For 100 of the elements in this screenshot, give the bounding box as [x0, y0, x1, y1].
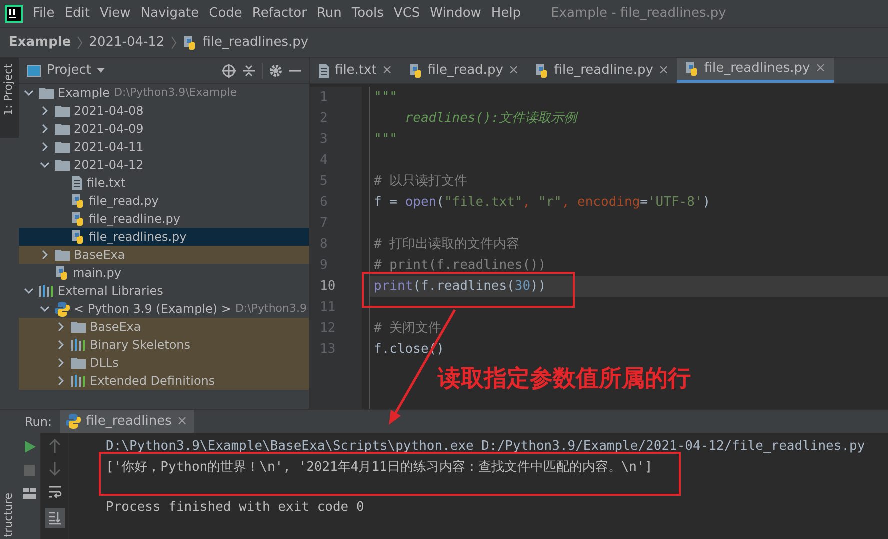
menu-item[interactable]: View	[100, 4, 131, 24]
scroll-to-end-icon	[48, 511, 62, 525]
tree-item[interactable]: 2021-04-09	[19, 120, 309, 138]
line-number: 10	[319, 278, 337, 296]
folder-icon	[39, 87, 54, 99]
panel-icon	[27, 64, 41, 76]
python-file-icon	[71, 230, 85, 244]
menu-item[interactable]: VCS	[394, 4, 420, 24]
window-title: Example - file_readlines.py	[551, 4, 726, 23]
folder-icon	[55, 105, 70, 117]
menu-item[interactable]: Code	[209, 4, 242, 24]
tree-item-label: 2021-04-12	[74, 157, 144, 174]
app-logo-icon	[5, 4, 23, 22]
code-line: readlines():文件读取示例	[404, 111, 578, 126]
python-file-icon	[55, 266, 69, 280]
tree-item-label: BaseExa	[74, 247, 126, 264]
tree-item[interactable]: file_readline.py	[19, 210, 309, 228]
settings-icon[interactable]	[269, 64, 283, 78]
breadcrumb-item[interactable]: Example	[9, 32, 72, 52]
console-output-line: ['你好，Python的世界！\n', '2021年4月11日的练习内容：查找文件中匹配的内容。\n']	[106, 459, 654, 477]
editor-tab[interactable]: file_readlines.py ×	[677, 58, 834, 83]
menu-item[interactable]: Navigate	[140, 4, 200, 24]
console-command-line: D:\Python3.9\Example\BaseExa\Scripts\python.exe D:/Python3.9/Example/2021-04-12/file_readlines.py	[106, 438, 866, 456]
scroll-to-end-button[interactable]	[44, 508, 64, 528]
close-icon[interactable]: ×	[815, 59, 826, 79]
folder-icon	[55, 249, 70, 261]
code-line: print(f.readlines(30))	[374, 279, 546, 294]
close-icon[interactable]: ×	[176, 412, 188, 432]
menu-item[interactable]: Run	[316, 4, 342, 24]
tree-item-path: D:\Python3.9\Example	[114, 84, 237, 101]
tree-item-label: < Python 3.9 (Example) >	[74, 301, 232, 318]
menu-item[interactable]: File	[33, 4, 55, 24]
library-icon	[71, 375, 86, 387]
collapse-all-icon[interactable]	[242, 64, 256, 78]
structure-tool-tab[interactable]: tructure	[1, 492, 18, 537]
console-output-line: Process finished with exit code 0	[106, 499, 366, 517]
python-file-icon	[182, 36, 197, 50]
tree-item[interactable]: main.py	[19, 264, 309, 282]
run-label: Run:	[25, 414, 52, 430]
tree-item-path: D:\Python3.9	[235, 300, 307, 317]
library-icon	[71, 339, 86, 351]
menu-item[interactable]: Refactor	[252, 4, 307, 24]
editor-tab[interactable]: file_read.py ×	[400, 58, 528, 83]
tree-item-label: 2021-04-09	[74, 121, 144, 138]
menu-item[interactable]: Window	[430, 4, 482, 24]
chevron-down-icon[interactable]	[24, 88, 34, 98]
menu-item[interactable]: Tools	[352, 4, 384, 24]
breadcrumb-item[interactable]: 2021-04-12	[89, 32, 165, 52]
chevron-right-icon[interactable]	[40, 250, 50, 260]
caret-down-icon[interactable]	[97, 68, 106, 73]
python-file-icon	[408, 64, 423, 78]
code-line: # 以只读打文件	[374, 174, 468, 189]
soft-wrap-icon[interactable]	[48, 485, 62, 499]
tree-item[interactable]: Example D:\Python3.9\Example	[19, 84, 309, 102]
annotation-text: 读取指定参数值所属的行	[438, 366, 691, 392]
tree-item[interactable]: 2021-04-08	[19, 102, 309, 120]
tree-item[interactable]: 2021-04-12	[19, 156, 309, 174]
tree-item[interactable]: file_readlines.py	[19, 228, 309, 246]
folder-icon	[55, 141, 70, 153]
close-icon[interactable]: ×	[382, 60, 393, 80]
locate-icon[interactable]	[222, 64, 236, 78]
tree-item-label: file_readline.py	[89, 211, 180, 228]
run-tab[interactable]: file_readlines ×	[60, 410, 194, 433]
editor-tab[interactable]: file_readline.py ×	[527, 58, 678, 83]
chevron-down-icon[interactable]	[40, 160, 50, 170]
tree-item[interactable]: Binary Skeletons	[19, 336, 309, 354]
python-file-icon	[71, 212, 85, 226]
run-icon[interactable]	[24, 441, 36, 453]
layout-icon[interactable]	[23, 488, 36, 499]
tree-item[interactable]: Extended Definitions	[19, 372, 309, 390]
code-line: # 打印出读取的文件内容	[374, 237, 520, 252]
tree-item-label: main.py	[73, 265, 122, 282]
tree-item-label: DLLs	[90, 355, 119, 372]
tree-item-label: file_read.py	[89, 193, 159, 210]
menu-item[interactable]: Help	[491, 4, 522, 24]
tree-item-label: External Libraries	[58, 283, 164, 300]
tree-item-label: 2021-04-08	[74, 103, 144, 120]
tree-item[interactable]: BaseExa	[19, 246, 309, 264]
tree-item[interactable]: BaseExa	[19, 318, 309, 336]
tree-item[interactable]: file.txt	[19, 174, 309, 192]
tree-item-label: 2021-04-11	[74, 139, 144, 156]
project-view-dropdown[interactable]: Project	[47, 60, 92, 80]
editor-tab[interactable]: file.txt ×	[310, 58, 401, 83]
code-line: # print(f.readlines())	[374, 258, 546, 273]
python-file-icon	[535, 64, 550, 78]
library-icon	[39, 285, 54, 297]
tree-item-label: file_readlines.py	[89, 229, 187, 246]
close-icon[interactable]: ×	[658, 60, 670, 80]
tree-item[interactable]: file_read.py	[19, 192, 309, 210]
tree-item[interactable]: External Libraries	[19, 282, 309, 300]
tree-item[interactable]: < Python 3.9 (Example) > D:\Python3.9	[19, 300, 309, 318]
code-line: """	[374, 90, 398, 105]
breadcrumb-item[interactable]: file_readlines.py	[202, 32, 309, 52]
tree-item-label: Extended Definitions	[90, 373, 216, 390]
tree-item[interactable]: 2021-04-11	[19, 138, 309, 156]
tree-item[interactable]: DLLs	[19, 354, 309, 372]
python-file-icon	[685, 62, 700, 76]
close-icon[interactable]: ×	[508, 60, 520, 80]
project-tool-tab[interactable]: 1: Project	[0, 58, 19, 138]
menu-item[interactable]: Edit	[64, 4, 90, 24]
